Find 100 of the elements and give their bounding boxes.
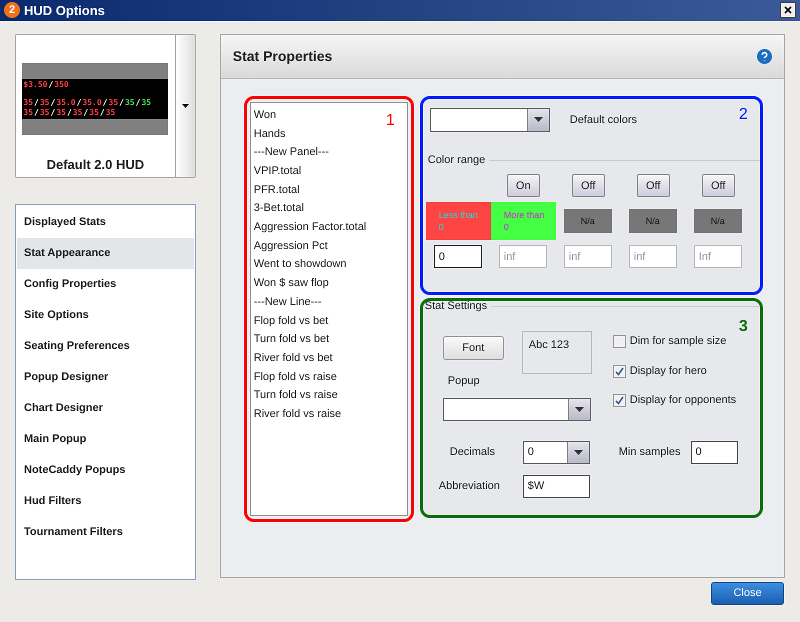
checkbox[interactable] — [612, 364, 626, 378]
hud-stat-text: / — [83, 108, 88, 118]
hud-stat-text: 35 — [72, 108, 82, 118]
hud-stat-text: 35 — [56, 108, 66, 118]
hud-stat-text: / — [34, 108, 39, 118]
hud-stat-text: 35 — [108, 98, 118, 108]
sidebar-item[interactable]: Main Popup — [17, 424, 194, 455]
checkbox[interactable] — [612, 394, 626, 408]
hud-stat-text: / — [119, 98, 124, 108]
hud-stat-text: / — [76, 98, 82, 108]
help-icon[interactable] — [757, 48, 772, 64]
toggle-button[interactable]: Off — [636, 174, 670, 198]
threshold-field[interactable]: 0 — [434, 245, 482, 268]
stat-list-item[interactable]: Won $ saw flop — [254, 274, 329, 293]
caret-icon — [534, 117, 543, 122]
hud-stat-text: 35 — [23, 108, 34, 118]
stat-list-item[interactable]: Went to showdown — [254, 255, 346, 274]
checkbox-label: Display for opponents — [630, 393, 736, 408]
hud-stat-text: 35 — [124, 98, 135, 108]
sidebar-item[interactable]: Hud Filters — [17, 486, 194, 517]
threshold-field[interactable]: inf — [628, 245, 677, 268]
checkbox[interactable] — [612, 335, 626, 348]
group-label: Stat Settings — [424, 298, 488, 314]
stat-list-item[interactable]: Won — [254, 106, 276, 125]
sidebar-item[interactable]: Displayed Stats — [17, 206, 194, 238]
stat-list-item[interactable]: PFR.total — [254, 180, 300, 200]
min-samples-field[interactable]: 0 — [690, 440, 738, 464]
sidebar-item[interactable]: Site Options — [17, 300, 194, 331]
toggle-button[interactable]: Off — [702, 174, 735, 198]
panel-title: Stat Properties — [232, 46, 334, 66]
stat-list-item[interactable]: Aggression Factor.total — [254, 218, 366, 237]
stat-list-item[interactable]: River fold vs bet — [254, 348, 333, 368]
stat-list-item[interactable]: VPIP.total — [254, 162, 302, 181]
default-colors-dropdown[interactable] — [430, 108, 550, 132]
check-icon — [614, 366, 624, 376]
close-button[interactable] — [780, 2, 796, 18]
stat-list-item[interactable]: River fold vs raise — [254, 404, 342, 424]
sidebar-item[interactable]: Stat Appearance — [17, 238, 194, 269]
toggle-button[interactable]: On — [506, 174, 540, 198]
hud-stat-text: / — [34, 98, 39, 108]
close-icon — [784, 6, 792, 14]
abbreviation-field[interactable]: $W — [522, 474, 590, 498]
hud-stat-text: / — [66, 108, 72, 118]
stat-list-item[interactable]: Turn fold vs bet — [254, 330, 330, 349]
threshold-field[interactable]: inf — [564, 245, 612, 268]
font-button[interactable]: Font — [442, 336, 504, 360]
hud-stat-text: 35 — [40, 108, 50, 118]
stat-list-item[interactable]: Turn fold vs raise — [254, 386, 338, 405]
color-range-cell[interactable]: N/a — [628, 209, 677, 234]
hud-stat-text: / — [50, 98, 56, 108]
stat-list-item[interactable]: Hands — [254, 124, 286, 144]
caret-icon — [574, 406, 584, 412]
section-number: 3 — [738, 316, 748, 337]
stat-list-item[interactable]: Flop fold vs raise — [254, 368, 337, 386]
color-range-cell[interactable]: N/a — [564, 209, 612, 234]
sidebar-item[interactable]: Seating Preferences — [17, 330, 194, 362]
stat-list-item[interactable]: Flop fold vs bet — [254, 312, 328, 330]
sidebar-item[interactable]: Tournament Filters — [17, 516, 194, 548]
sidebar-item[interactable]: NoteCaddy Popups — [17, 454, 194, 486]
section-number: 2 — [738, 104, 748, 125]
stat-list-item[interactable]: Aggression Pct — [254, 236, 328, 256]
hud-stat-text: 35 — [89, 108, 99, 118]
stat-list-item[interactable]: ---New Line--- — [254, 292, 322, 312]
threshold-field[interactable]: Inf — [694, 245, 742, 268]
checkbox-label: Display for hero — [630, 364, 707, 379]
close-dialog-button[interactable]: Close — [711, 582, 784, 605]
dropdown-button[interactable] — [526, 108, 549, 131]
caret-icon — [574, 450, 583, 455]
font-sample: Abc 123 — [522, 331, 592, 374]
hud-stat-text: $3.50 — [23, 80, 48, 90]
color-range-cell[interactable]: N/a — [694, 209, 742, 234]
field-label: Abbreviation — [438, 479, 501, 494]
hud-name: Default 2.0 HUD — [46, 156, 144, 174]
sidebar-item[interactable]: Config Properties — [17, 268, 194, 300]
toggle-button[interactable]: Off — [572, 174, 605, 198]
field-label: Default colors — [570, 112, 638, 128]
hud-stat-text: / — [136, 98, 140, 108]
sidebar-item[interactable]: Chart Designer — [17, 392, 194, 424]
dropdown-button[interactable] — [568, 398, 590, 420]
decimals-dropdown[interactable]: 0 — [522, 440, 590, 464]
check-icon — [614, 396, 624, 406]
app-badge: 2 — [4, 2, 20, 18]
dropdown-button[interactable] — [566, 442, 589, 463]
field-label: Min samples — [618, 445, 680, 460]
hud-stat-text: / — [48, 80, 54, 90]
field-label: Decimals — [448, 445, 496, 460]
stat-list-item[interactable]: ---New Panel--- — [254, 143, 329, 162]
hud-stat-text: 350 — [54, 80, 69, 90]
stat-list-item[interactable]: 3-Bet.total — [254, 199, 304, 218]
hud-stat-text: / — [50, 108, 56, 118]
threshold-field[interactable]: inf — [498, 245, 547, 268]
sidebar-item[interactable]: Popup Designer — [17, 362, 194, 393]
section-number: 1 — [386, 110, 395, 131]
hud-stat-text: 35 — [40, 98, 50, 108]
hud-stat-text: 35 — [141, 98, 152, 108]
window-title: HUD Options — [24, 2, 105, 20]
popup-dropdown[interactable] — [442, 398, 591, 421]
hud-stat-text: / — [100, 108, 105, 118]
checkbox-label: Dim for sample size — [630, 334, 726, 350]
field-label: Popup — [448, 374, 481, 390]
